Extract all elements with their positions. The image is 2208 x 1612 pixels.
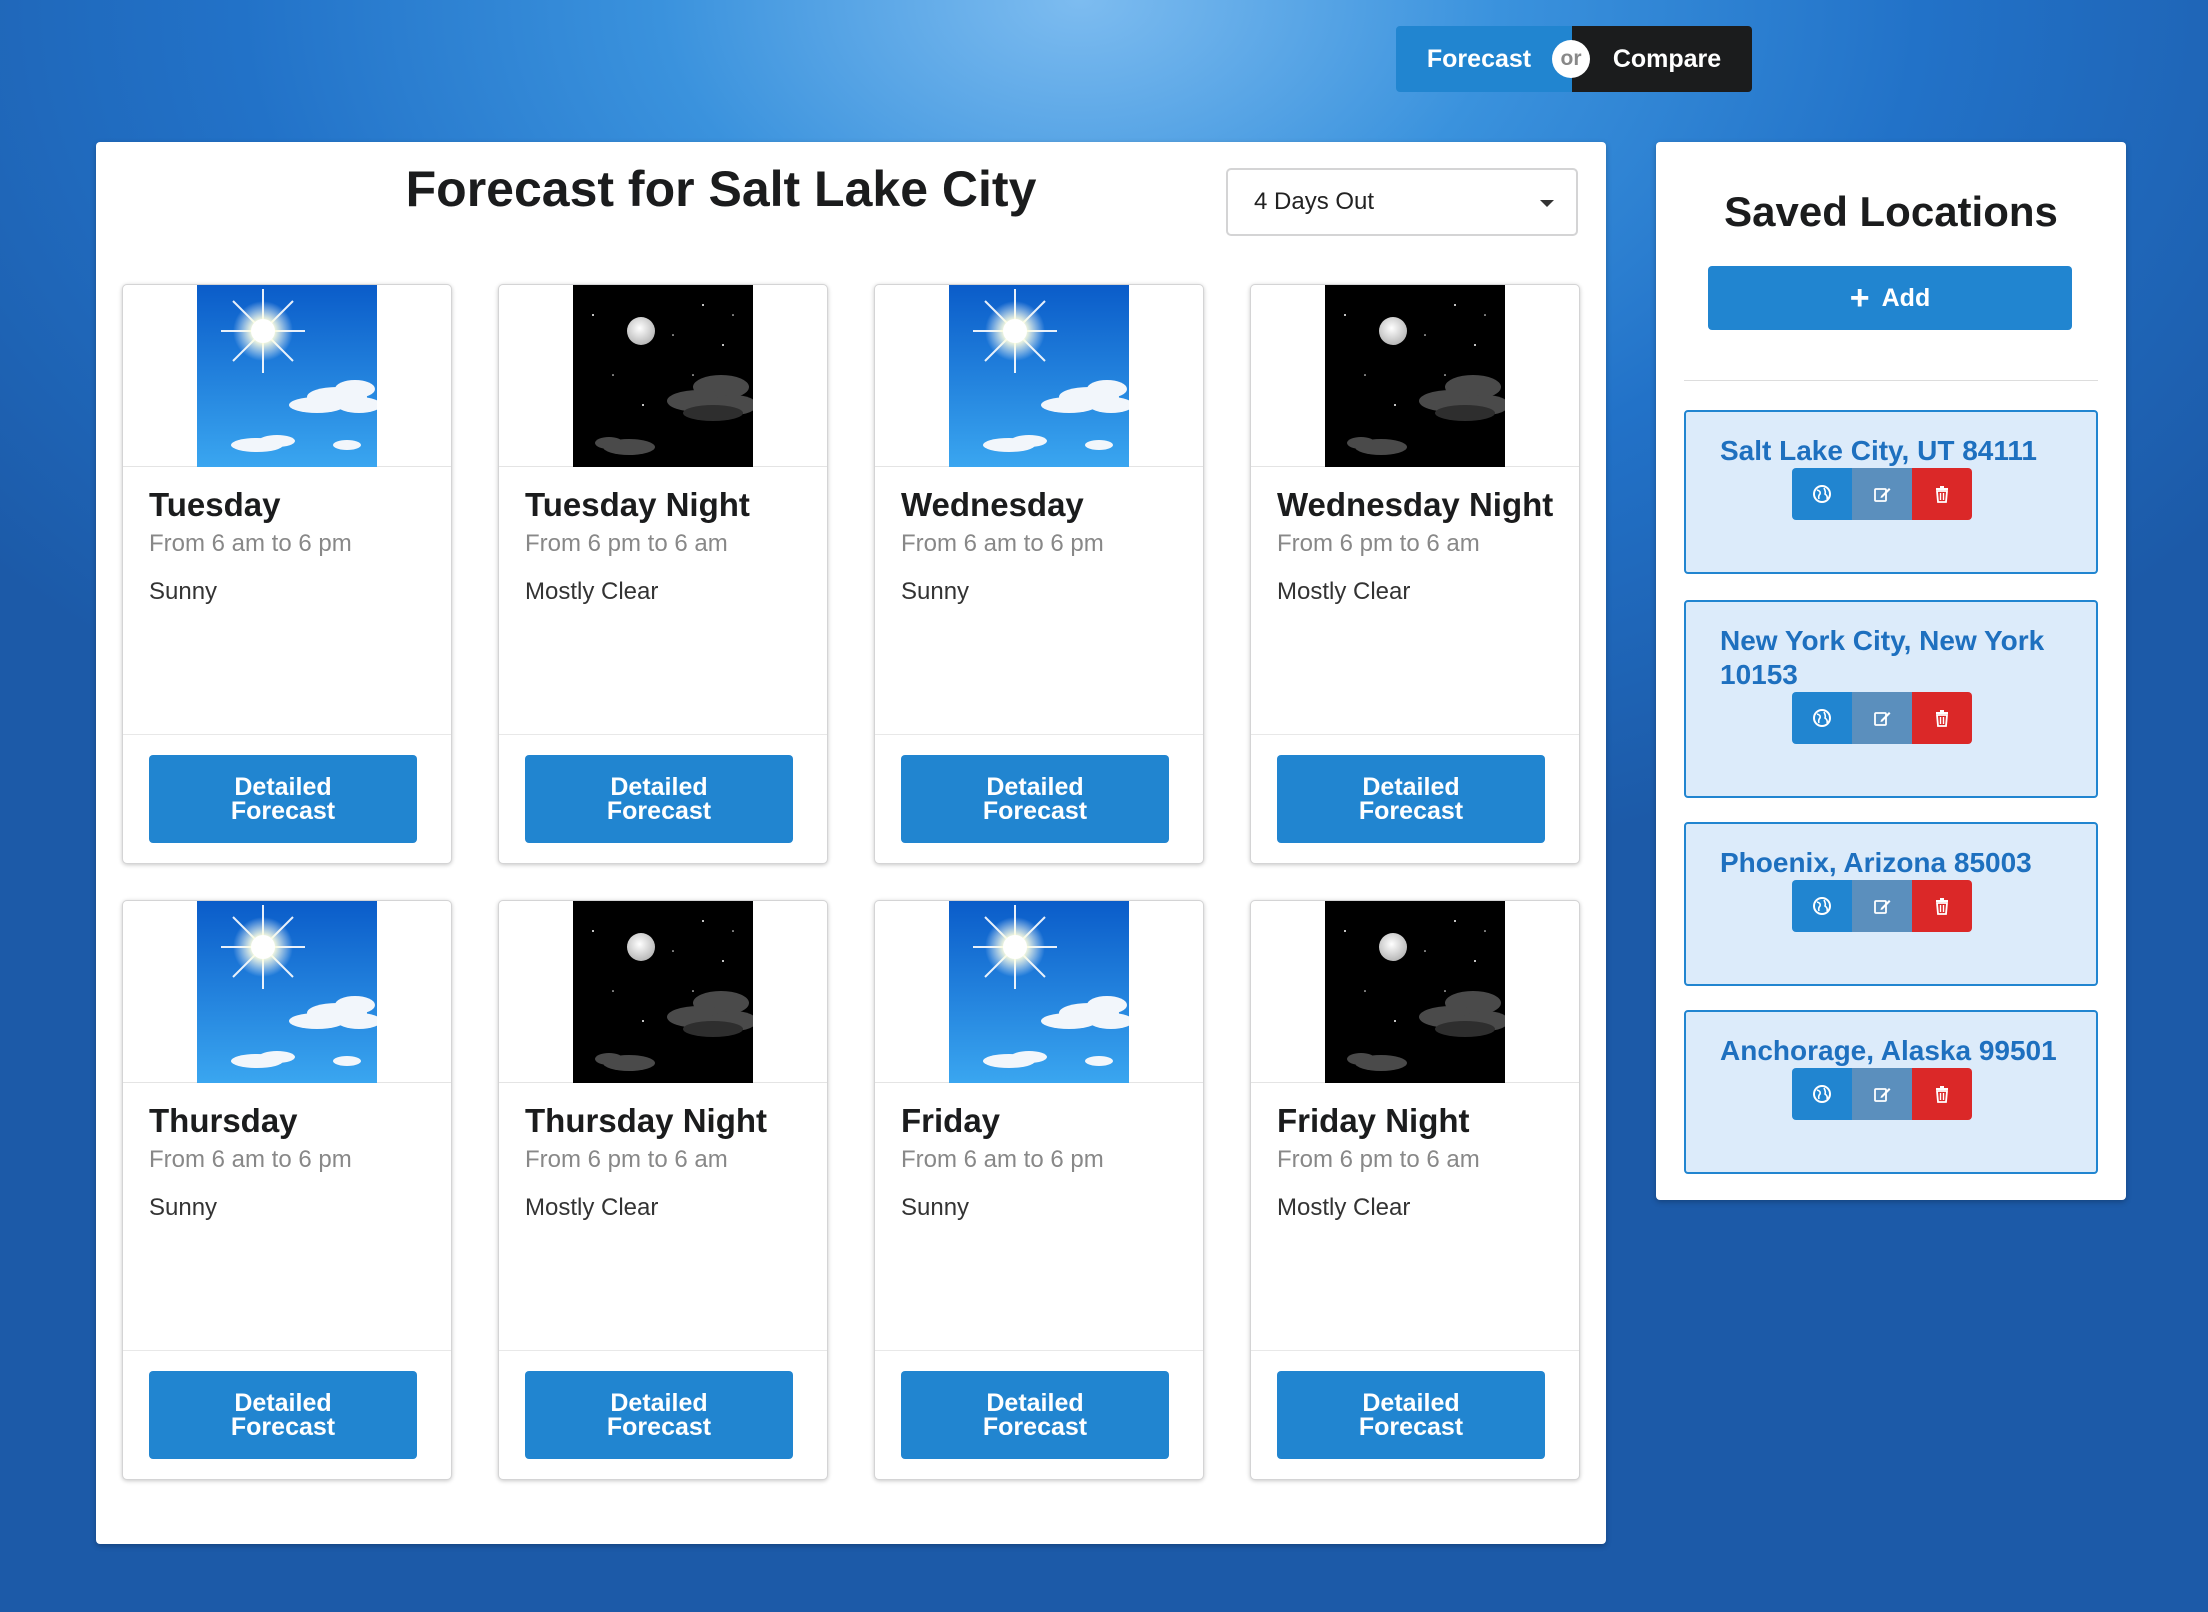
night-clear-icon [1325, 285, 1505, 467]
night-clear-icon [573, 285, 753, 467]
card-time-range: From 6 am to 6 pm [901, 1146, 1104, 1173]
sunny-icon [197, 901, 377, 1083]
card-title: Wednesday Night [1277, 486, 1554, 523]
delete-location-button[interactable] [1912, 468, 1972, 520]
edit-location-button[interactable] [1852, 468, 1912, 520]
card-time-range: From 6 am to 6 pm [901, 530, 1104, 557]
edit-location-button[interactable] [1852, 692, 1912, 744]
card-title: Friday [901, 1102, 1001, 1139]
card-time-range: From 6 am to 6 pm [149, 1146, 352, 1173]
location-actions [1792, 880, 2096, 932]
card-condition: Mostly Clear [1277, 1194, 1411, 1221]
card-title: Tuesday Night [525, 486, 750, 523]
location-actions [1792, 468, 2096, 520]
location-card: Anchorage, Alaska 99501 [1684, 1010, 2098, 1174]
view-location-button[interactable] [1792, 1068, 1852, 1120]
forecast-card: Thursday From 6 am to 6 pm Sunny Detaile… [122, 900, 452, 1480]
trash-icon [1935, 1085, 1949, 1103]
card-time-range: From 6 pm to 6 am [525, 1146, 728, 1173]
card-title: Friday Night [1277, 1102, 1470, 1139]
card-title: Thursday [149, 1102, 298, 1139]
detailed-forecast-button[interactable]: Detailed Forecast [901, 755, 1169, 843]
detailed-forecast-button[interactable]: Detailed Forecast [525, 1371, 793, 1459]
sunny-icon [949, 901, 1129, 1083]
detailed-forecast-button[interactable]: Detailed Forecast [149, 755, 417, 843]
compare-toggle-button[interactable]: Compare [1572, 26, 1752, 92]
view-location-button[interactable] [1792, 692, 1852, 744]
detailed-forecast-button[interactable]: Detailed Forecast [1277, 755, 1545, 843]
edit-icon [1874, 1087, 1892, 1102]
detailed-forecast-button[interactable]: Detailed Forecast [149, 1371, 417, 1459]
forecast-toggle-button[interactable]: Forecast [1396, 26, 1572, 92]
plus-icon: + [1849, 279, 1870, 317]
card-title: Tuesday [149, 486, 281, 523]
view-location-button[interactable] [1792, 880, 1852, 932]
detailed-forecast-button[interactable]: Detailed Forecast [525, 755, 793, 843]
forecast-card: Wednesday From 6 am to 6 pm Sunny Detail… [874, 284, 1204, 864]
view-location-button[interactable] [1792, 468, 1852, 520]
forecast-panel: Forecast for Salt Lake City 4 Days Out T… [96, 142, 1606, 1544]
saved-locations-title: Saved Locations [1724, 188, 2058, 235]
location-name[interactable]: Phoenix, Arizona 85003 [1720, 846, 2096, 880]
sunny-icon [197, 285, 377, 467]
edit-icon [1874, 899, 1892, 914]
card-condition: Sunny [901, 1194, 970, 1221]
days-out-select[interactable]: 4 Days Out [1226, 168, 1578, 236]
location-name[interactable]: Salt Lake City, UT 84111 [1720, 434, 2096, 468]
trash-icon [1935, 897, 1949, 915]
card-condition: Sunny [149, 578, 218, 605]
location-actions [1792, 1068, 2096, 1120]
location-card: Phoenix, Arizona 85003 [1684, 822, 2098, 986]
add-location-button[interactable]: + Add [1708, 266, 2072, 330]
card-title: Wednesday [901, 486, 1084, 523]
sunny-icon [949, 285, 1129, 467]
night-clear-icon [573, 901, 753, 1083]
card-time-range: From 6 pm to 6 am [525, 530, 728, 557]
forecast-card: Tuesday From 6 am to 6 pm Sunny Detailed… [122, 284, 452, 864]
card-condition: Mostly Clear [525, 1194, 659, 1221]
detailed-forecast-button[interactable]: Detailed Forecast [1277, 1371, 1545, 1459]
globe-icon [1813, 1085, 1831, 1103]
card-time-range: From 6 pm to 6 am [1277, 530, 1480, 557]
forecast-card: Tuesday Night From 6 pm to 6 am Mostly C… [498, 284, 828, 864]
location-card: Salt Lake City, UT 84111 [1684, 410, 2098, 574]
forecast-card: Friday Night From 6 pm to 6 am Mostly Cl… [1250, 900, 1580, 1480]
location-name[interactable]: Anchorage, Alaska 99501 [1720, 1034, 2096, 1068]
forecast-card: Wednesday Night From 6 pm to 6 am Mostly… [1250, 284, 1580, 864]
night-clear-icon [1325, 901, 1505, 1083]
edit-location-button[interactable] [1852, 880, 1912, 932]
page-title: Forecast for Salt Lake City [405, 161, 1037, 217]
view-toggle: Forecast or Compare [1396, 26, 1752, 92]
globe-icon [1813, 897, 1831, 915]
card-time-range: From 6 pm to 6 am [1277, 1146, 1480, 1173]
card-condition: Mostly Clear [1277, 578, 1411, 605]
globe-icon [1813, 709, 1831, 727]
card-condition: Sunny [901, 578, 970, 605]
card-title: Thursday Night [525, 1102, 768, 1139]
dropdown-caret-icon [1540, 200, 1554, 207]
delete-location-button[interactable] [1912, 880, 1972, 932]
globe-icon [1813, 485, 1831, 503]
trash-icon [1935, 485, 1949, 503]
edit-location-button[interactable] [1852, 1068, 1912, 1120]
detailed-forecast-button[interactable]: Detailed Forecast [901, 1371, 1169, 1459]
location-actions [1792, 692, 2096, 744]
forecast-card: Thursday Night From 6 pm to 6 am Mostly … [498, 900, 828, 1480]
card-condition: Mostly Clear [525, 578, 659, 605]
card-time-range: From 6 am to 6 pm [149, 530, 352, 557]
edit-icon [1874, 487, 1892, 502]
add-location-label: Add [1881, 283, 1931, 312]
days-out-selected-value: 4 Days Out [1254, 188, 1375, 215]
card-condition: Sunny [149, 1194, 218, 1221]
edit-icon [1874, 711, 1892, 726]
saved-locations-panel: Saved Locations + Add Salt Lake City, UT… [1656, 142, 2126, 1200]
trash-icon [1935, 709, 1949, 727]
delete-location-button[interactable] [1912, 1068, 1972, 1120]
or-divider: or [1552, 40, 1590, 78]
delete-location-button[interactable] [1912, 692, 1972, 744]
location-name[interactable]: New York City, New York 10153 [1720, 624, 2096, 692]
forecast-card: Friday From 6 am to 6 pm Sunny Detailed F… [874, 900, 1204, 1480]
location-card: New York City, New York 10153 [1684, 600, 2098, 798]
divider [1684, 380, 2098, 381]
